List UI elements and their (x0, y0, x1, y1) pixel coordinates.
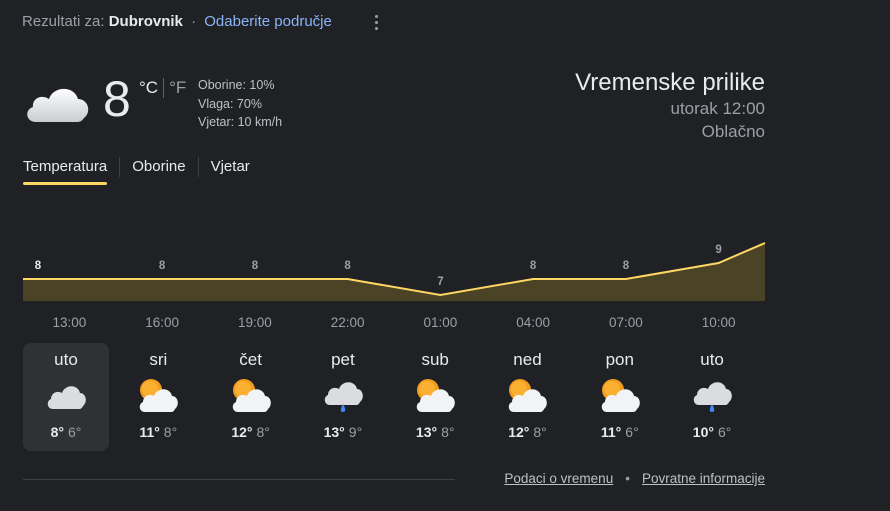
day-name: pet (331, 350, 355, 369)
time-label: 04:00 (516, 315, 551, 330)
partly-cloudy-icon (509, 379, 548, 412)
day-temps: 8° 6° (23, 424, 109, 440)
tab-divider (119, 156, 121, 177)
time-label: 01:00 (423, 315, 458, 330)
daily-forecast: uto 8° 6° sri 11° 8° čet 12° 8° pet 13° 9° sub 13° 8° n… (23, 343, 765, 451)
footer-divider (23, 479, 455, 480)
header-separator: · (191, 13, 197, 30)
precipitation-text: Oborine: 10% (198, 78, 275, 92)
humidity-text: Vlaga: 70% (198, 96, 262, 111)
day-card[interactable]: pet 13° 9° (300, 343, 386, 451)
unit-celsius[interactable]: °C (139, 78, 158, 98)
high-temp: 11° (600, 424, 622, 440)
day-name: uto (700, 350, 724, 369)
current-details: Oborine: 10% Vlaga: 70% Vjetar: 10 km/h (198, 76, 282, 132)
high-temp: 12° (231, 424, 253, 440)
day-card[interactable]: sub 13° 8° (392, 343, 478, 451)
more-vert-icon[interactable] (368, 12, 384, 32)
day-name: pon (605, 350, 634, 369)
low-temp: 9° (348, 424, 363, 440)
day-card[interactable]: čet 12° 8° (208, 343, 294, 451)
time-axis: 13:00 16:00 19:00 22:00 01:00 04:00 07:0… (23, 315, 765, 330)
chart-value-label: 8 (35, 260, 42, 272)
day-card[interactable]: uto 10° 6° (669, 343, 755, 451)
day-card[interactable]: ned 12° 8° (484, 343, 570, 451)
day-card[interactable]: uto 8° 6° (23, 343, 109, 451)
day-card[interactable]: sri 11° 8° (115, 343, 201, 451)
chart-area (23, 243, 765, 301)
low-temp: 8° (441, 424, 455, 440)
chart-value-label: 9 (715, 244, 721, 256)
day-name: ned (513, 350, 542, 369)
day-temps: 11° 6° (577, 424, 663, 440)
tab-divider (197, 156, 199, 177)
high-temp: 12° (508, 424, 530, 440)
day-temps: 12° 8° (208, 424, 294, 440)
partly-cloudy-icon (232, 379, 271, 412)
chart-value-label: 8 (530, 260, 537, 272)
tab-temperatura[interactable]: Temperatura (23, 156, 108, 185)
rain-cloud-icon (324, 382, 363, 412)
current-temperature: 8 (103, 71, 131, 127)
day-name: sub (421, 350, 449, 369)
partly-cloudy-icon (601, 379, 640, 412)
time-label: 13:00 (52, 315, 87, 330)
chart-value-label: 8 (344, 260, 351, 272)
partly-cloudy-icon (416, 379, 456, 412)
weather-title: Vremenske prilike (575, 69, 765, 96)
day-temps: 13° 8° (392, 424, 478, 440)
day-name: čet (239, 350, 262, 369)
chart-value-label: 8 (252, 260, 259, 272)
cloudy-icon (47, 386, 86, 409)
low-temp: 6° (68, 424, 82, 440)
location-name: Dubrovnik (108, 13, 183, 30)
partly-cloudy-icon (140, 379, 179, 412)
wind-text: Vjetar: 10 km/h (198, 115, 283, 129)
time-label: 19:00 (237, 315, 272, 330)
weather-tabs: Temperatura Oborine Vjetar (23, 156, 250, 185)
day-name: uto (54, 350, 78, 369)
low-temp: 6° (625, 424, 639, 440)
chart-value-label: 7 (437, 276, 443, 288)
high-temp: 8° (50, 424, 64, 440)
unit-divider (163, 78, 165, 98)
time-label: 07:00 (608, 315, 643, 330)
weather-data-link[interactable]: Podaci o vremenu (504, 471, 613, 486)
chart-value-label: 8 (623, 260, 630, 272)
day-temps: 12° 8° (484, 424, 570, 440)
day-name: sri (149, 350, 168, 369)
high-temp: 11° (139, 424, 160, 440)
tab-oborine[interactable]: Oborine (132, 156, 185, 185)
tab-vjetar[interactable]: Vjetar (211, 156, 250, 185)
day-card[interactable]: pon 11° 6° (577, 343, 663, 451)
time-label: 16:00 (145, 315, 180, 330)
day-temps: 13° 9° (300, 424, 386, 440)
unit-switcher: °C °F (139, 78, 186, 98)
high-temp: 13° (415, 424, 438, 440)
chart-value-label: 8 (159, 260, 166, 272)
results-for-label: Rezultati za: (22, 13, 105, 30)
weather-day-time: utorak 12:00 (670, 99, 765, 118)
temperature-chart: 8 8 8 8 7 8 8 9 (23, 242, 766, 301)
low-temp: 8° (533, 424, 547, 440)
low-temp: 8° (163, 424, 178, 440)
high-temp: 10° (692, 424, 714, 440)
rain-cloud-icon (693, 382, 732, 412)
time-label: 22:00 (330, 315, 365, 330)
unit-fahrenheit[interactable]: °F (169, 78, 186, 98)
location-header: Rezultati za: Dubrovnik · Odaberite podr… (22, 13, 332, 30)
low-temp: 8° (256, 424, 270, 440)
time-label: 10:00 (701, 315, 736, 330)
footer-dot: • (625, 471, 630, 486)
current-cloudy-icon (27, 88, 89, 122)
feedback-link[interactable]: Povratne informacije (642, 471, 765, 486)
footer: Podaci o vremenu • Povratne informacije (504, 471, 765, 486)
high-temp: 13° (323, 424, 345, 440)
weather-condition: Oblačno (701, 122, 765, 141)
day-temps: 11° 8° (115, 424, 201, 440)
choose-area-link[interactable]: Odaberite područje (204, 13, 332, 30)
day-temps: 10° 6° (669, 424, 755, 440)
low-temp: 6° (717, 424, 732, 440)
